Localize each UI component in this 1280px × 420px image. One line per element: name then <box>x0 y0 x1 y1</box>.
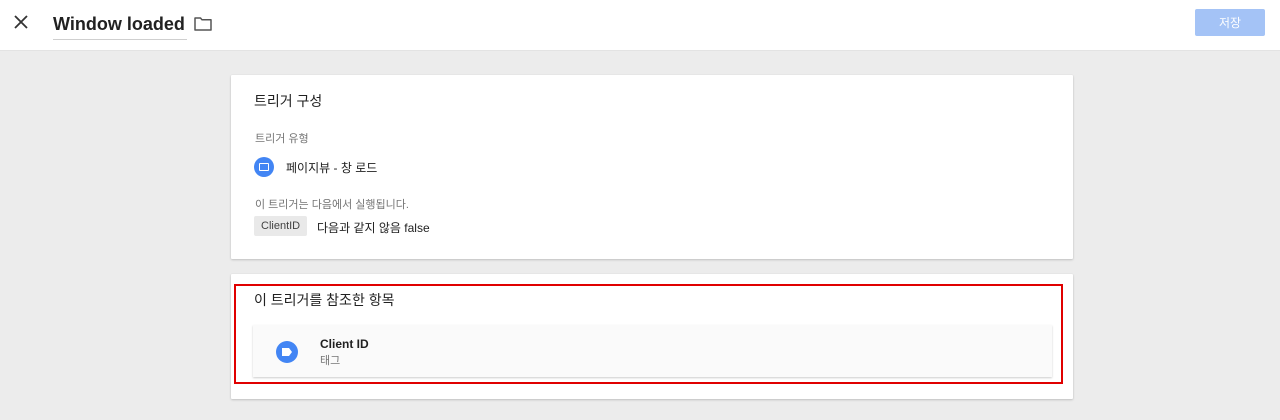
folder-button[interactable] <box>191 12 215 34</box>
reference-name: Client ID <box>320 337 369 351</box>
pageview-icon <box>254 157 274 177</box>
reference-type: 태그 <box>320 355 341 367</box>
tag-icon <box>276 341 298 363</box>
references-card: 이 트리거를 참조한 항목 Client ID 태그 <box>231 274 1073 399</box>
condition-variable-chip: ClientID <box>254 216 308 236</box>
top-bar: Window loaded 저장 <box>0 0 1280 51</box>
close-icon <box>14 15 28 29</box>
folder-icon <box>194 16 212 31</box>
title-field[interactable]: Window loaded <box>53 10 187 40</box>
fires-on-label: 이 트리거는 다음에서 실행됩니다. <box>255 199 409 211</box>
save-button[interactable]: 저장 <box>1195 9 1265 36</box>
trigger-type-value: 페이지뷰 - 창 로드 <box>286 161 378 175</box>
trigger-config-heading: 트리거 구성 <box>254 93 323 109</box>
list-item[interactable]: Client ID 태그 <box>253 325 1052 377</box>
trigger-type-label: 트리거 유형 <box>255 133 309 145</box>
close-button[interactable] <box>8 8 34 36</box>
trigger-config-card[interactable]: 트리거 구성 트리거 유형 페이지뷰 - 창 로드 이 트리거는 다음에서 실행… <box>231 75 1073 259</box>
trigger-title: Window loaded <box>53 14 185 34</box>
references-heading: 이 트리거를 참조한 항목 <box>254 292 395 308</box>
condition-rule: 다음과 같지 않음 false <box>317 221 430 235</box>
